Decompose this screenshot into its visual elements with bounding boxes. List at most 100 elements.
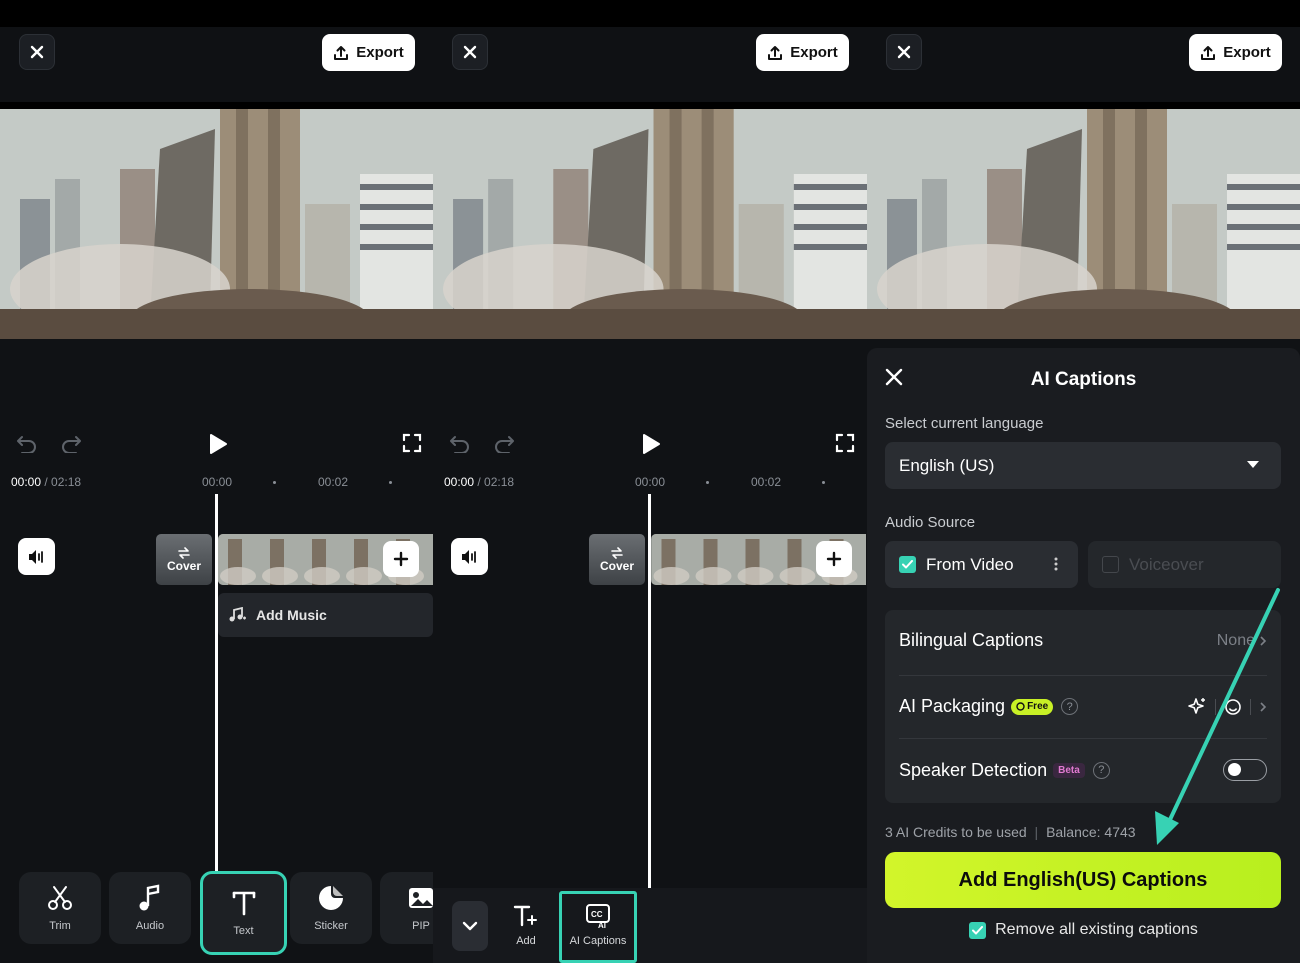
playhead[interactable] — [648, 494, 651, 888]
cover-button[interactable]: Cover — [156, 534, 212, 585]
tool-label: AI Captions — [569, 935, 627, 947]
export-button[interactable]: Export — [322, 34, 415, 71]
emoji-icon[interactable] — [1224, 698, 1242, 716]
tool-ai-captions[interactable]: CC AI AI Captions — [559, 891, 637, 963]
cover-label: Cover — [599, 558, 634, 573]
beta-badge: Beta — [1053, 762, 1085, 778]
tick-label: 00:02 — [751, 475, 782, 489]
video-preview[interactable] — [433, 109, 867, 339]
chevron-right-icon — [1260, 701, 1267, 712]
fullscreen-icon[interactable] — [402, 433, 422, 453]
text-add-icon — [513, 905, 537, 927]
source-from-video[interactable]: From Video — [885, 541, 1078, 588]
export-label: Export — [1223, 44, 1271, 61]
add-clip-button[interactable] — [383, 541, 419, 577]
swap-icon — [178, 546, 190, 559]
close-button[interactable] — [452, 34, 488, 70]
preview-frame — [433, 109, 867, 339]
undo-icon[interactable] — [449, 433, 471, 453]
bottom-toolbar: Trim Audio Text Sticker PIP — [0, 868, 433, 963]
timeline-ruler[interactable]: 00:00 / 02:18 00:00 00:02 — [433, 467, 867, 495]
chevron-right-icon — [1260, 635, 1267, 646]
add-clip-button[interactable] — [816, 541, 852, 577]
language-value: English (US) — [899, 455, 995, 475]
free-badge: Free — [1011, 698, 1054, 715]
export-label: Export — [790, 44, 838, 61]
fullscreen-icon[interactable] — [835, 433, 855, 453]
text-icon — [232, 891, 255, 916]
source-voiceover: Voiceover — [1088, 541, 1281, 588]
tool-trim[interactable]: Trim — [19, 872, 101, 944]
tool-audio[interactable]: Audio — [109, 872, 191, 944]
sheet-title: AI Captions — [1030, 369, 1137, 390]
play-icon[interactable] — [641, 433, 661, 455]
plus-icon — [826, 551, 842, 567]
tool-pip[interactable]: PIP — [380, 872, 433, 944]
bilingual-captions-row[interactable]: Bilingual Captions None — [899, 630, 1267, 651]
coin-icon — [1016, 702, 1025, 711]
export-button[interactable]: Export — [756, 34, 849, 71]
video-preview[interactable] — [867, 109, 1300, 339]
svg-text:AI: AI — [598, 921, 606, 929]
speaker-label: Speaker Detection — [899, 759, 1048, 780]
close-button[interactable] — [886, 34, 922, 70]
upload-icon — [1201, 45, 1216, 60]
collapse-button[interactable] — [452, 901, 488, 951]
chevron-down-icon — [462, 921, 478, 931]
export-button[interactable]: Export — [1189, 34, 1282, 71]
playhead[interactable] — [215, 494, 218, 874]
scissors-icon — [48, 886, 72, 910]
source-voiceover-label: Voiceover — [1129, 554, 1204, 574]
play-icon[interactable] — [208, 433, 228, 455]
tool-label: Add — [516, 935, 536, 947]
remove-existing-captions[interactable]: Remove all existing captions — [867, 921, 1300, 939]
total-time: / 02:18 — [44, 475, 82, 489]
tool-sticker[interactable]: Sticker — [290, 872, 372, 944]
bilingual-value: None — [1216, 631, 1255, 649]
editor-panel-2: Export 00:00 / 02:18 00:00 00:02 Cover A… — [433, 0, 867, 963]
tool-text[interactable]: Text — [200, 871, 287, 955]
timeline-ruler[interactable]: 00:00 / 02:18 00:00 00:02 — [0, 467, 433, 495]
redo-icon[interactable] — [60, 433, 82, 453]
export-label: Export — [356, 44, 404, 61]
language-select[interactable]: English (US) — [885, 442, 1281, 489]
add-music-label: Add Music — [256, 607, 327, 623]
playback-controls — [433, 425, 867, 463]
total-time: / 02:18 — [477, 475, 515, 489]
speaker-detection-row: Speaker Detection Beta ? — [899, 759, 1267, 781]
ai-packaging-row[interactable]: AI Packaging Free ? — [899, 696, 1267, 717]
tool-add-text[interactable]: Add — [513, 903, 539, 947]
balance-text: Balance: 4743 — [1046, 824, 1136, 840]
speaker-detection-toggle[interactable] — [1223, 759, 1267, 781]
tool-label: Trim — [49, 920, 71, 932]
add-captions-button[interactable]: Add English(US) Captions — [885, 852, 1281, 908]
tool-label: PIP — [412, 920, 430, 932]
caption-options-card: Bilingual Captions None AI Packaging Fre… — [885, 610, 1281, 803]
help-icon[interactable]: ? — [1092, 761, 1110, 779]
help-icon[interactable]: ? — [1061, 698, 1079, 715]
playback-controls — [0, 425, 433, 463]
redo-icon[interactable] — [493, 433, 515, 453]
current-time: 00:00 — [444, 475, 475, 489]
more-vertical-icon[interactable] — [1054, 557, 1058, 571]
ai-captions-icon: CC AI — [586, 904, 610, 929]
speaker-icon — [28, 549, 43, 564]
credits-info: 3 AI Credits to be used | Balance: 4743 — [885, 824, 1136, 840]
undo-icon[interactable] — [16, 433, 38, 453]
editor-panel-3: Export AI Captions Select current langua — [867, 0, 1300, 963]
ai-captions-sheet: AI Captions Select current language Engl… — [867, 348, 1300, 963]
mute-button[interactable] — [18, 538, 55, 575]
cover-button[interactable]: Cover — [589, 534, 645, 585]
add-music-track[interactable]: Add Music — [218, 593, 433, 637]
credits-text: 3 AI Credits to be used — [885, 824, 1027, 840]
image-icon — [409, 888, 433, 908]
music-note-icon — [229, 607, 246, 622]
tool-label: Sticker — [314, 920, 348, 932]
close-button[interactable] — [19, 34, 55, 70]
svg-text:CC: CC — [591, 910, 603, 919]
close-icon — [463, 45, 477, 59]
sparkle-icon[interactable] — [1187, 697, 1207, 717]
checkbox-empty-icon — [1102, 556, 1119, 573]
video-preview[interactable] — [0, 109, 433, 339]
mute-button[interactable] — [451, 538, 488, 575]
